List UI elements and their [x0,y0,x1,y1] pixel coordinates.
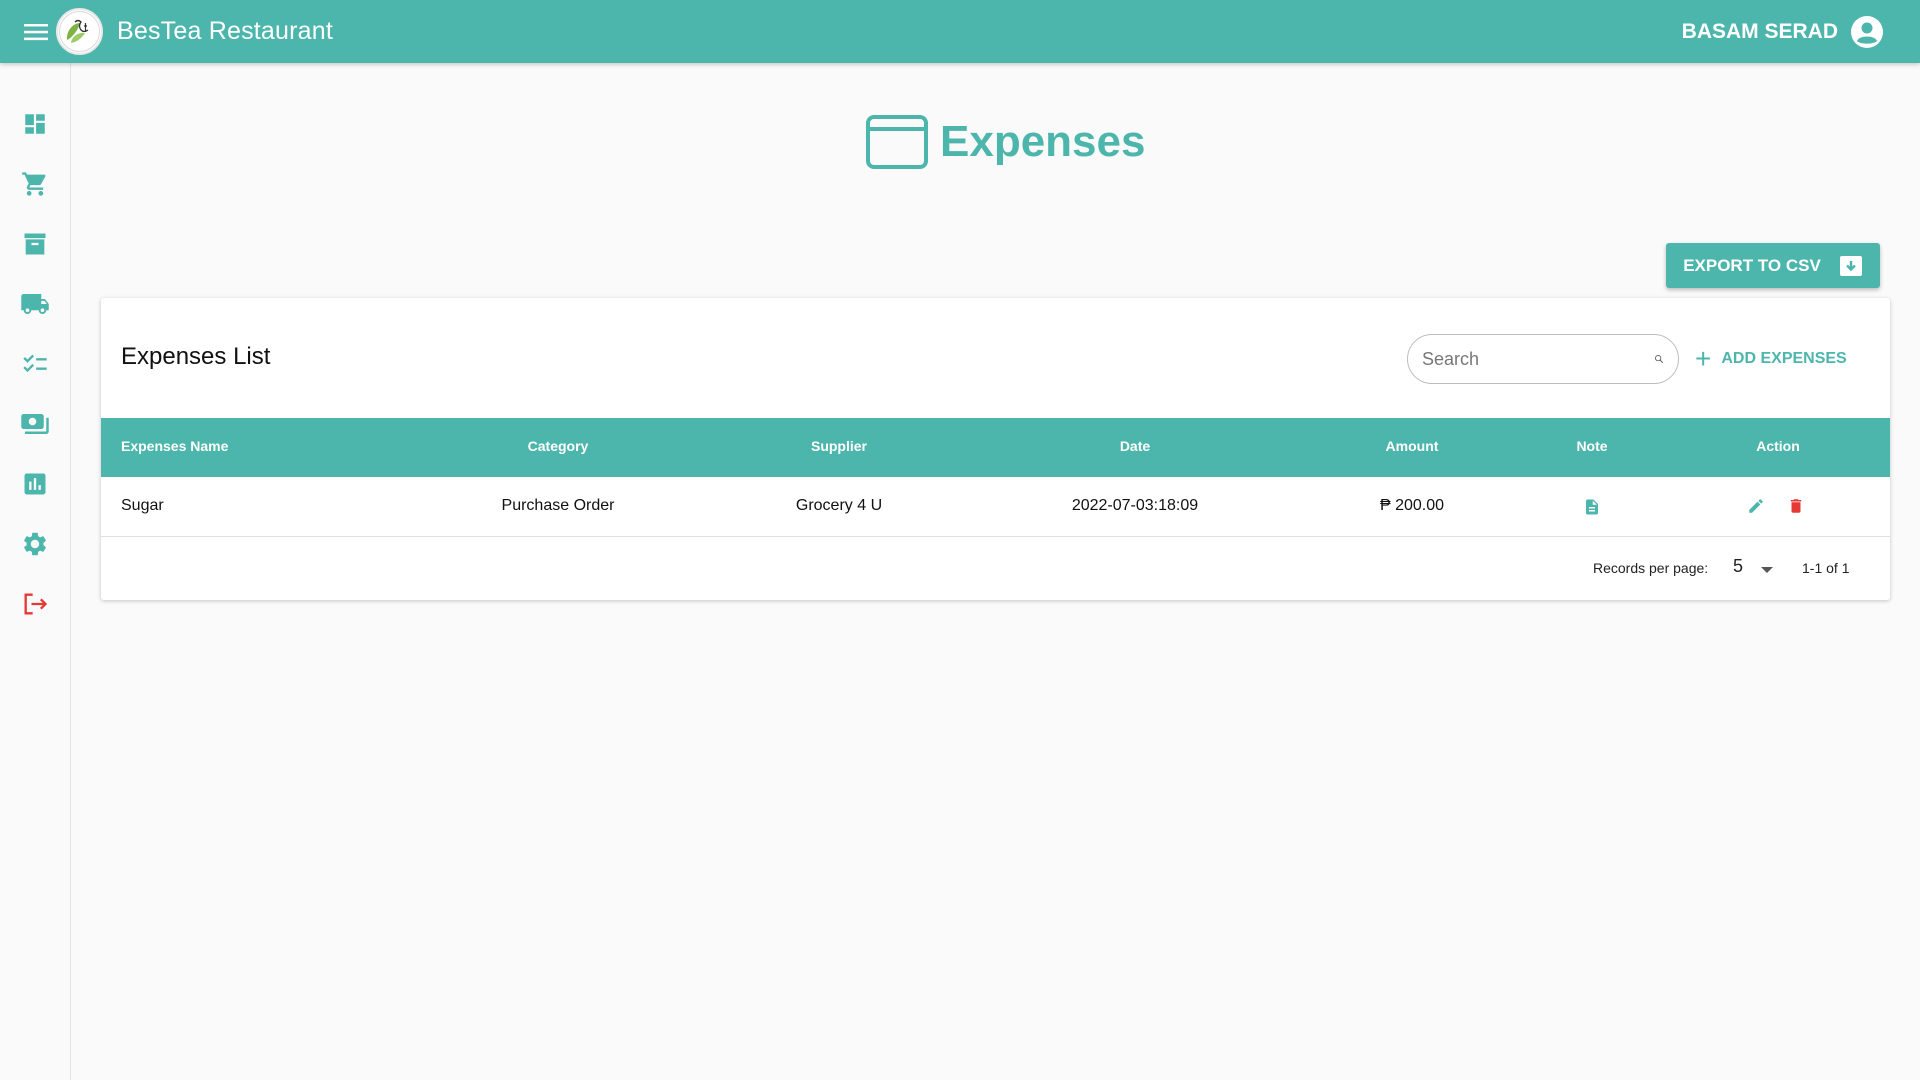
sidebar-item-reports[interactable] [14,463,56,505]
cart-icon [22,172,46,196]
truck-icon [21,294,49,314]
user-name: BASAM SERAD [1681,19,1838,43]
page-title: Expenses [940,117,1146,166]
sidebar [0,63,71,1080]
column-header-supplier[interactable]: Supplier [811,438,867,454]
account-circle-icon [1851,15,1883,48]
payments-icon [21,414,49,434]
cell-expense-name: Sugar [121,497,164,514]
edit-button[interactable] [1747,497,1765,520]
add-expenses-button[interactable]: + ADD EXPENSES [1695,342,1847,376]
note-document-icon [1586,499,1598,515]
search-field[interactable] [1407,334,1679,384]
settings-gear-icon [24,532,46,556]
sidebar-item-suppliers[interactable] [14,283,56,325]
note-button[interactable] [1583,497,1601,522]
sidebar-item-expenses[interactable] [14,403,56,445]
records-per-page-dropdown[interactable] [1760,562,1774,578]
plus-icon: + [1695,343,1712,374]
trash-delete-icon [1790,499,1802,513]
table-header: Expenses Name Category Supplier Date Amo… [101,418,1890,477]
bestea-logo-icon [59,11,100,52]
column-header-date[interactable]: Date [1120,438,1150,454]
cell-date: 2022-07-03:18:09 [1071,497,1199,514]
report-chart-icon [24,473,46,495]
expenses-window-icon [866,115,928,169]
sidebar-item-settings[interactable] [14,523,56,565]
column-header-action: Action [1756,438,1800,454]
column-header-expenses-name[interactable]: Expenses Name [121,438,228,454]
dashboard-icon [25,114,45,134]
app-bar: BesTea Restaurant BASAM SERAD [0,0,1920,63]
cell-supplier: Grocery 4 U [795,497,883,514]
export-csv-label: EXPORT TO CSV [1683,255,1821,275]
search-input[interactable] [1422,348,1654,370]
archive-icon [24,233,46,255]
expenses-list-card: Expenses List + ADD EXPENSES Expenses Na… [101,298,1890,600]
app-title: BesTea Restaurant [117,17,334,45]
add-expenses-label: ADD EXPENSES [1721,350,1847,367]
checklist-icon [23,354,47,373]
sidebar-item-inventory[interactable] [14,223,56,265]
table-pagination: Records per page: 5 1-1 of 1 [101,538,1890,600]
column-header-amount[interactable]: Amount [1386,438,1439,454]
cell-amount: ₱ 200.00 [1379,497,1445,514]
archive-download-icon [1839,255,1862,276]
column-header-category[interactable]: Category [528,438,589,454]
chevron-down-icon [1761,567,1773,573]
page-header: Expenses [866,115,1145,169]
column-header-note: Note [1576,438,1608,454]
sidebar-item-orders[interactable] [14,163,56,205]
card-title: Expenses List [121,343,271,370]
edit-pencil-icon [1749,499,1763,513]
menu-button[interactable] [16,12,56,52]
sidebar-item-tasks[interactable] [14,343,56,385]
delete-button[interactable] [1787,497,1805,520]
records-per-page-select[interactable]: 5 [1733,556,1743,577]
restaurant-logo [56,8,103,55]
sidebar-item-dashboard[interactable] [14,103,56,145]
hamburger-menu-icon [24,23,48,40]
pagination-range: 1-1 of 1 [1802,560,1850,576]
sidebar-item-logout[interactable] [14,583,56,625]
logout-icon [24,593,48,615]
search-icon[interactable] [1654,346,1664,372]
cell-category: Purchase Order [501,497,615,514]
user-menu[interactable]: BASAM SERAD [1682,15,1884,49]
export-csv-button[interactable]: EXPORT TO CSV [1666,243,1880,288]
records-per-page-label: Records per page: [1593,560,1709,576]
table-row: Sugar Purchase Order Grocery 4 U 2022-07… [101,477,1890,537]
